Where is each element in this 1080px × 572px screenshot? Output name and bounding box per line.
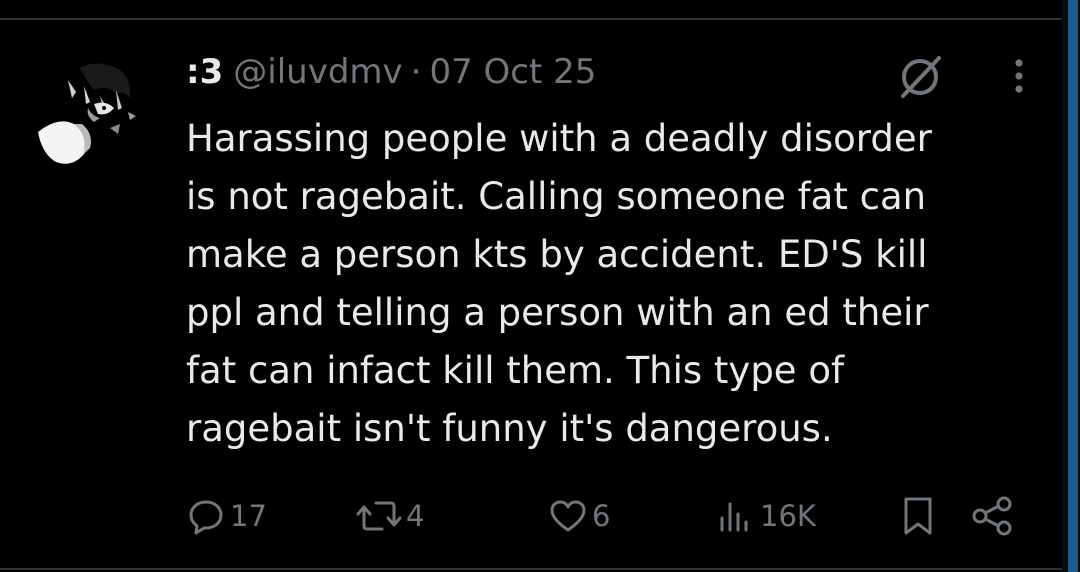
reply-icon (186, 496, 226, 536)
more-icon[interactable] (1004, 54, 1034, 98)
scrollbar-thumb[interactable] (1068, 0, 1078, 572)
bookmark-icon (898, 494, 938, 538)
bookmark-button[interactable] (898, 494, 938, 538)
user-handle[interactable]: @iluvdmv (233, 50, 402, 94)
tweet-header: :3 @iluvdmv · 07 Oct 25 (186, 50, 596, 94)
top-divider (0, 18, 1062, 20)
tweet-text: Harassing people with a deadly disorder … (186, 117, 932, 450)
views-icon (716, 496, 756, 536)
share-button[interactable] (968, 494, 1016, 538)
avatar[interactable] (28, 50, 156, 178)
reply-button[interactable]: 17 (186, 494, 267, 538)
retweet-button[interactable]: 4 (356, 494, 424, 538)
bottom-divider (0, 568, 1062, 570)
tweet-date[interactable]: 07 Oct 25 (429, 50, 596, 94)
like-count: 6 (592, 499, 611, 533)
display-name[interactable]: :3 (186, 50, 223, 94)
share-icon (968, 494, 1016, 538)
like-button[interactable]: 6 (548, 494, 610, 538)
retweet-icon (356, 496, 402, 536)
header-separator: · (410, 52, 422, 92)
views-count: 16K (760, 499, 816, 533)
views-button[interactable]: 16K (716, 494, 816, 538)
avatar-image (28, 50, 156, 178)
reply-count: 17 (230, 499, 267, 533)
retweet-count: 4 (406, 499, 425, 533)
like-icon (548, 496, 588, 536)
mute-icon[interactable] (893, 52, 947, 102)
